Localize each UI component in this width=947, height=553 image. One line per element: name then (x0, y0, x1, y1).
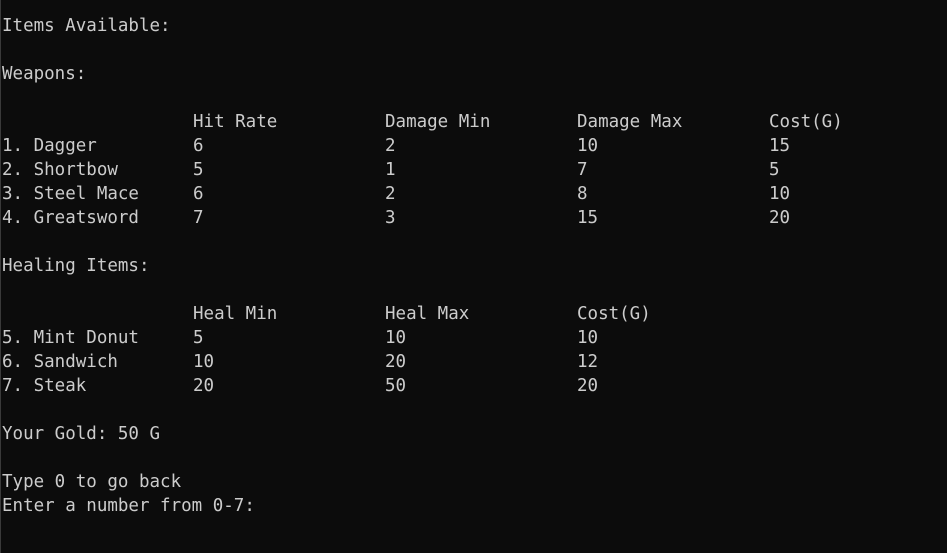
damage-max-value: 10 (577, 136, 599, 156)
hit-rate-value: 7 (193, 208, 204, 228)
heal-min-value: 10 (193, 352, 215, 372)
healing-item-name: 6. Sandwich (2, 352, 118, 372)
healing-row-mint-donut: 5. Mint Donut 5 10 10 (2, 326, 942, 350)
healing-items-heading: Healing Items: (2, 256, 150, 276)
damage-min-value: 2 (385, 136, 396, 156)
column-hit-rate: Hit Rate (193, 112, 278, 132)
cost-value: 15 (769, 136, 791, 156)
healing-row-steak: 7. Steak 20 50 20 (2, 374, 942, 398)
weapon-name: 4. Greatsword (2, 208, 139, 228)
window-left-border (0, 0, 1, 553)
column-heal-max: Heal Max (385, 304, 470, 324)
hit-rate-value: 6 (193, 184, 204, 204)
damage-min-value: 1 (385, 160, 396, 180)
healing-item-name: 7. Steak (2, 376, 87, 396)
healing-table-header: Heal Min Heal Max Cost(G) (2, 302, 942, 326)
cost-value: 12 (577, 352, 599, 372)
items-available-heading: Items Available: (2, 16, 171, 36)
gold-status: Your Gold: 50 G (2, 424, 161, 444)
column-cost: Cost(G) (577, 304, 651, 324)
column-damage-min: Damage Min (385, 112, 491, 132)
hit-rate-value: 5 (193, 160, 204, 180)
heal-min-value: 20 (193, 376, 215, 396)
column-cost: Cost(G) (769, 112, 843, 132)
cost-value: 10 (577, 328, 599, 348)
damage-max-value: 15 (577, 208, 599, 228)
cost-value: 10 (769, 184, 791, 204)
heal-max-value: 10 (385, 328, 407, 348)
column-damage-max: Damage Max (577, 112, 683, 132)
healing-row-sandwich: 6. Sandwich 10 20 12 (2, 350, 942, 374)
heal-min-value: 5 (193, 328, 204, 348)
cost-value: 5 (769, 160, 780, 180)
weapon-name: 3. Steel Mace (2, 184, 139, 204)
hit-rate-value: 6 (193, 136, 204, 156)
back-instruction: Type 0 to go back (2, 472, 182, 492)
console-window[interactable]: Items Available: Weapons: Hit Rate Damag… (0, 0, 947, 553)
damage-max-value: 8 (577, 184, 588, 204)
weapons-table-header: Hit Rate Damage Min Damage Max Cost(G) (2, 110, 942, 134)
damage-min-value: 2 (385, 184, 396, 204)
damage-max-value: 7 (577, 160, 588, 180)
input-prompt[interactable]: Enter a number from 0-7: (2, 494, 255, 518)
weapon-row-dagger: 1. Dagger 6 2 10 15 (2, 134, 942, 158)
heal-max-value: 50 (385, 376, 407, 396)
weapon-name: 2. Shortbow (2, 160, 118, 180)
cost-value: 20 (769, 208, 791, 228)
weapons-heading: Weapons: (2, 64, 87, 84)
weapon-name: 1. Dagger (2, 136, 97, 156)
weapon-row-steel-mace: 3. Steel Mace 6 2 8 10 (2, 182, 942, 206)
cost-value: 20 (577, 376, 599, 396)
column-heal-min: Heal Min (193, 304, 278, 324)
damage-min-value: 3 (385, 208, 396, 228)
weapon-row-greatsword: 4. Greatsword 7 3 15 20 (2, 206, 942, 230)
weapon-row-shortbow: 2. Shortbow 5 1 7 5 (2, 158, 942, 182)
healing-item-name: 5. Mint Donut (2, 328, 139, 348)
heal-max-value: 20 (385, 352, 407, 372)
